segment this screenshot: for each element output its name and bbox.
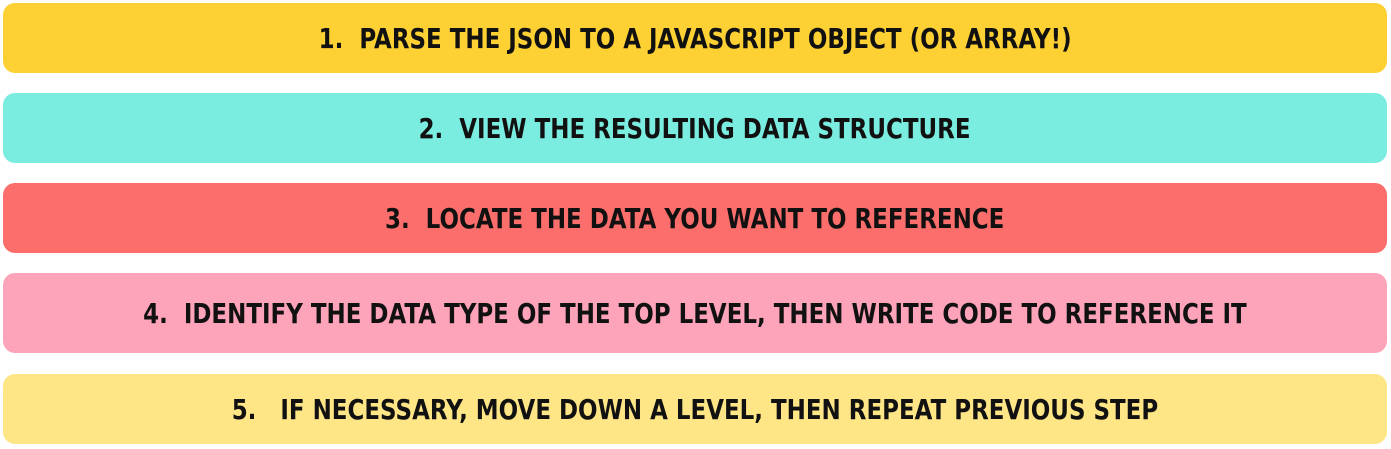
step-5: 5. IF NECESSARY, MOVE DOWN A LEVEL, THEN…: [3, 374, 1387, 444]
step-3-label: 3. LOCATE THE DATA YOU WANT TO REFERENCE: [385, 202, 1004, 235]
step-3-text: LOCATE THE DATA YOU WANT TO REFERENCE: [426, 201, 1005, 235]
step-2: 2. VIEW THE RESULTING DATA STRUCTURE: [3, 93, 1387, 163]
step-1: 1. PARSE THE JSON TO A JAVASCRIPT OBJECT…: [3, 3, 1387, 73]
step-5-text: IF NECESSARY, MOVE DOWN A LEVEL, THEN RE…: [280, 392, 1159, 426]
step-2-label: 2. VIEW THE RESULTING DATA STRUCTURE: [419, 112, 971, 145]
step-3-number: 3.: [385, 201, 411, 235]
step-1-text: PARSE THE JSON TO A JAVASCRIPT OBJECT (O…: [359, 21, 1072, 55]
step-4-text: IDENTIFY THE DATA TYPE OF THE TOP LEVEL,…: [183, 296, 1247, 330]
step-5-label: 5. IF NECESSARY, MOVE DOWN A LEVEL, THEN…: [232, 393, 1158, 426]
step-4-number: 4.: [143, 296, 168, 330]
step-4-label: 4. IDENTIFY THE DATA TYPE OF THE TOP LEV…: [143, 297, 1247, 330]
step-3: 3. LOCATE THE DATA YOU WANT TO REFERENCE: [3, 183, 1387, 253]
step-1-number: 1.: [318, 21, 344, 55]
step-2-text: VIEW THE RESULTING DATA STRUCTURE: [459, 111, 971, 145]
step-2-number: 2.: [419, 111, 444, 145]
step-1-label: 1. PARSE THE JSON TO A JAVASCRIPT OBJECT…: [319, 22, 1072, 55]
step-4: 4. IDENTIFY THE DATA TYPE OF THE TOP LEV…: [3, 273, 1387, 353]
steps-list: 1. PARSE THE JSON TO A JAVASCRIPT OBJECT…: [0, 0, 1391, 449]
step-5-number: 5.: [231, 392, 257, 426]
